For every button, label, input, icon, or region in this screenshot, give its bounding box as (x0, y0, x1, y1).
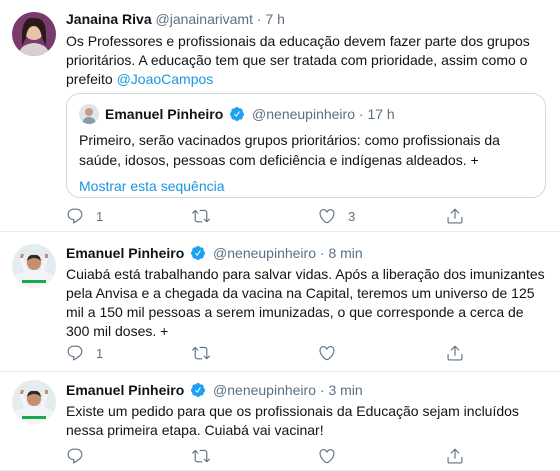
avatar-emanuel[interactable] (12, 380, 56, 424)
verified-badge-icon (191, 246, 206, 260)
tweet-timestamp[interactable]: 3 min (328, 382, 362, 398)
like-count: 3 (348, 208, 356, 224)
mention-link[interactable]: @JoaoCampos (117, 71, 214, 87)
avatar-emanuel[interactable] (12, 244, 56, 288)
share-button[interactable] (446, 343, 464, 363)
share-icon (447, 448, 463, 464)
tweet-janaina[interactable]: Janaina Riva @janainarivamt · 7 h Os Pro… (0, 0, 560, 232)
tweet-timestamp[interactable]: 7 h (265, 11, 284, 27)
reply-icon (67, 345, 83, 361)
tweet-header: Emanuel Pinheiro @neneupinheiro · 8 min (66, 243, 546, 263)
tweet-actions: 1 3 (60, 206, 480, 226)
tweet-actions (60, 446, 480, 466)
avatar-janaina[interactable] (12, 12, 56, 56)
retweet-button[interactable] (192, 446, 222, 466)
author-handle[interactable]: @neneupinheiro (213, 245, 316, 261)
tweet-header: Emanuel Pinheiro @neneupinheiro · 3 min (66, 380, 546, 400)
author-name[interactable]: Janaina Riva (66, 11, 152, 27)
retweet-icon (192, 209, 210, 223)
tweet-text: Existe um pedido para que os profissiona… (66, 403, 519, 438)
share-button[interactable] (446, 206, 464, 226)
separator-dot: · (319, 245, 325, 261)
verified-badge-icon (191, 383, 206, 397)
retweet-icon (192, 346, 210, 360)
tweet-actions: 1 (60, 343, 480, 363)
show-thread-link[interactable]: Mostrar esta sequência (79, 176, 225, 196)
share-icon (447, 345, 463, 361)
reply-button[interactable]: 1 (66, 206, 103, 226)
quoted-tweet[interactable]: Emanuel Pinheiro @neneupinheiro · 17 h P… (66, 93, 546, 198)
quoted-avatar (79, 104, 99, 124)
separator-dot: · (319, 382, 325, 398)
tweet-emanuel-1[interactable]: Emanuel Pinheiro @neneupinheiro · 8 min … (0, 232, 560, 372)
separator-dot: · (358, 106, 364, 122)
reply-icon (67, 208, 83, 224)
quoted-timestamp: 17 h (367, 106, 395, 122)
separator-dot: · (256, 11, 262, 27)
reply-icon (67, 448, 83, 464)
reply-count: 1 (96, 345, 104, 361)
reply-button[interactable]: 1 (66, 343, 103, 363)
author-handle[interactable]: @janainarivamt (156, 11, 253, 27)
tweet-text: Os Professores e profissionais da educaç… (66, 32, 546, 89)
like-button[interactable] (318, 343, 348, 363)
quoted-author-name: Emanuel Pinheiro (105, 106, 224, 122)
reply-count: 1 (96, 208, 104, 224)
like-button[interactable]: 3 (318, 206, 355, 226)
author-handle[interactable]: @neneupinheiro (213, 382, 316, 398)
tweet-timestamp[interactable]: 8 min (328, 245, 362, 261)
share-icon (447, 208, 463, 224)
retweet-button[interactable] (192, 343, 222, 363)
like-icon (319, 449, 335, 464)
tweet-header: Janaina Riva @janainarivamt · 7 h (66, 9, 546, 29)
retweet-button[interactable] (192, 206, 222, 226)
author-name[interactable]: Emanuel Pinheiro (66, 382, 184, 398)
like-icon (319, 346, 335, 361)
verified-badge-icon (230, 107, 245, 121)
retweet-icon (192, 449, 210, 463)
author-name[interactable]: Emanuel Pinheiro (66, 245, 184, 261)
reply-button[interactable] (66, 446, 96, 466)
quoted-text: Primeiro, serão vacinados grupos priorit… (79, 132, 500, 168)
like-button[interactable] (318, 446, 348, 466)
quoted-header: Emanuel Pinheiro @neneupinheiro · 17 h (105, 104, 395, 124)
tweet-emanuel-2[interactable]: Emanuel Pinheiro @neneupinheiro · 3 min … (0, 372, 560, 471)
quoted-author-handle: @neneupinheiro (252, 106, 355, 122)
like-icon (319, 209, 335, 224)
share-button[interactable] (446, 446, 464, 466)
tweet-text: Cuiabá está trabalhando para salvar vida… (66, 266, 545, 339)
